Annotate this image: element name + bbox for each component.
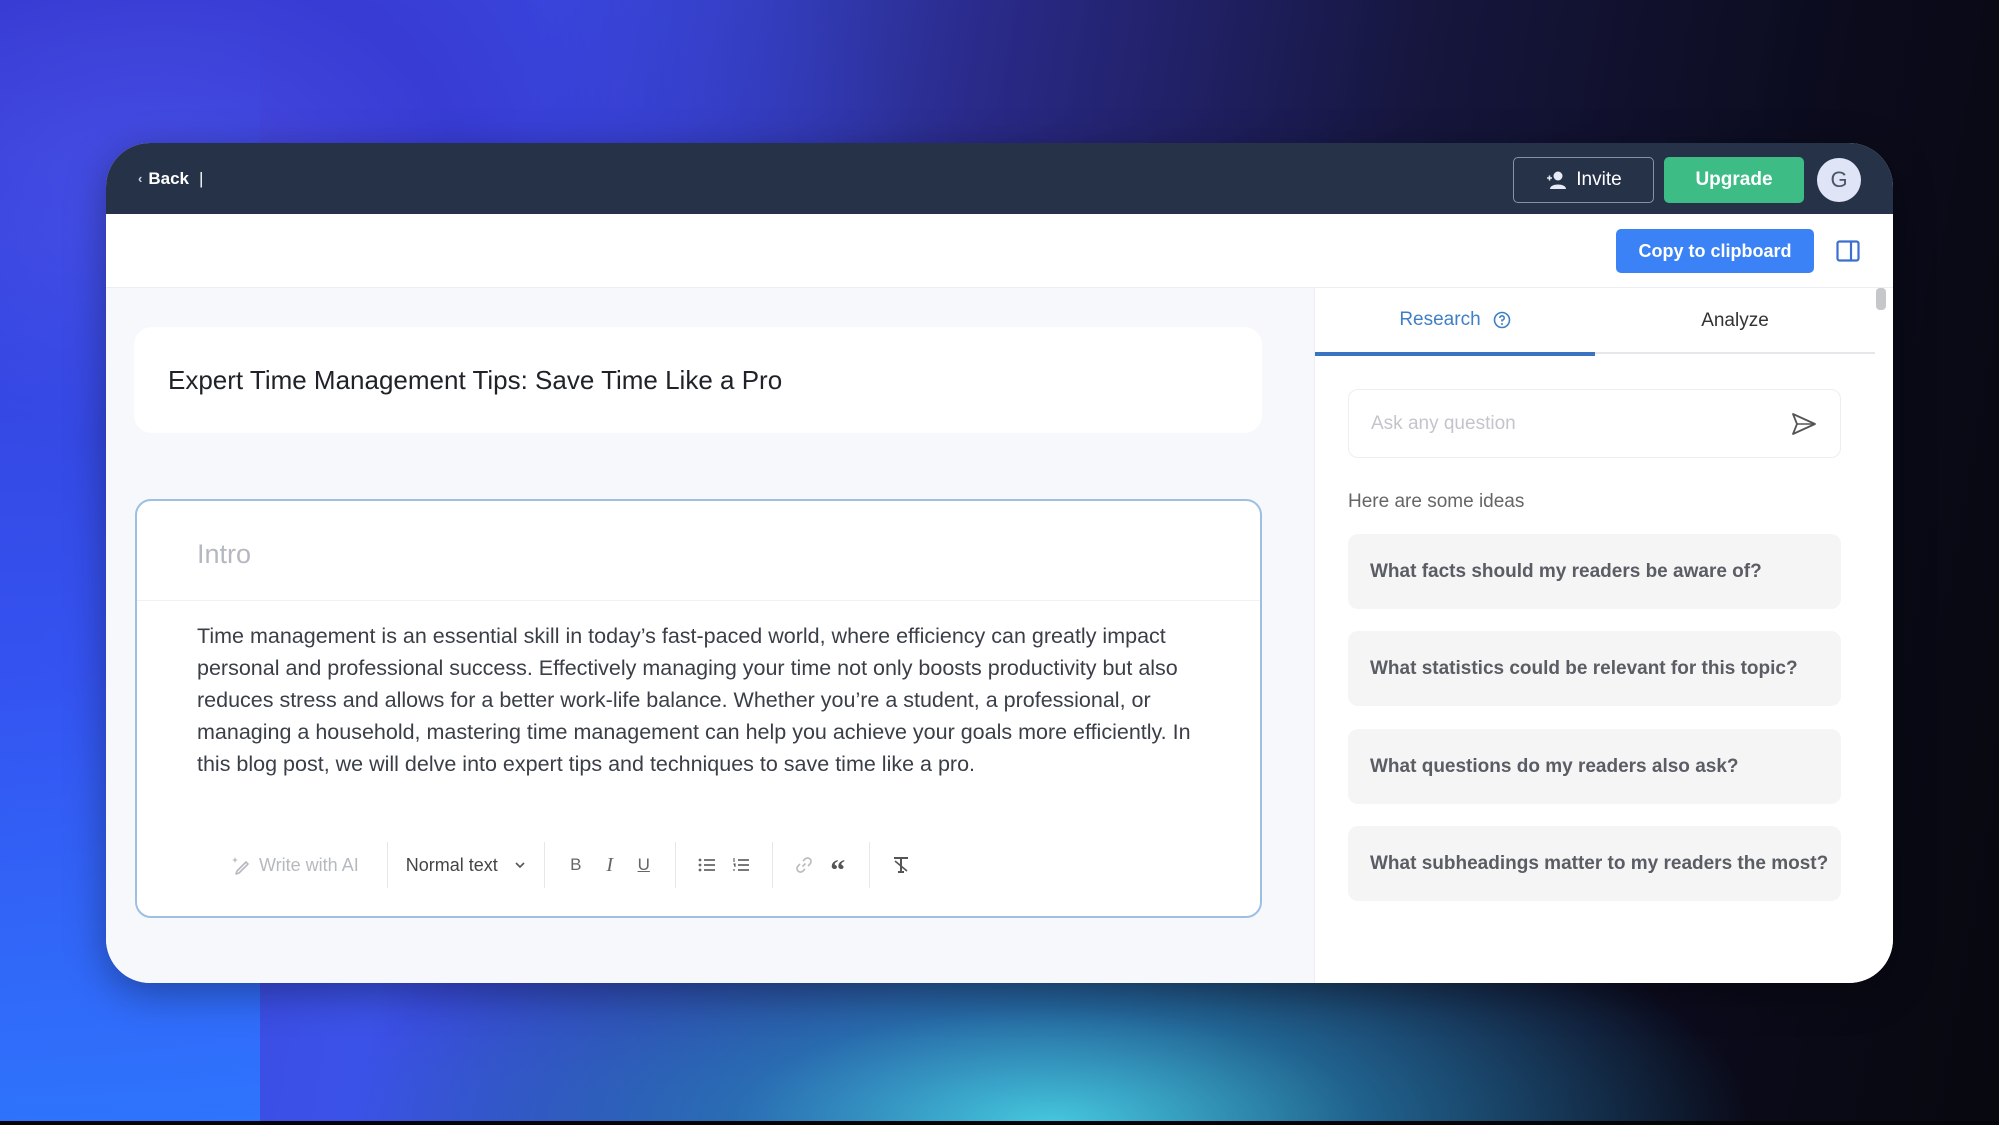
ask-question-box xyxy=(1348,389,1841,458)
invite-label: Invite xyxy=(1576,169,1622,190)
toolbar-divider xyxy=(771,842,773,888)
send-icon[interactable] xyxy=(1790,410,1818,438)
invite-button[interactable]: Invite xyxy=(1513,157,1654,203)
chevron-left-icon: ‹ xyxy=(138,171,143,186)
text-style-dropdown[interactable]: Normal text xyxy=(402,845,530,885)
add-user-icon xyxy=(1547,171,1567,189)
idea-suggestion[interactable]: What questions do my readers also ask? xyxy=(1348,729,1841,804)
toolbar-divider xyxy=(674,842,676,888)
italic-icon: I xyxy=(606,853,614,876)
bold-button[interactable]: B xyxy=(559,845,593,885)
ideas-label: Here are some ideas xyxy=(1348,491,1525,512)
panel-scrollbar[interactable] xyxy=(1876,288,1886,310)
text-style-value: Normal text xyxy=(405,854,498,875)
quote-icon: “ xyxy=(830,854,846,887)
research-panel: Research Analyze Here are some ideas Wha… xyxy=(1314,288,1893,983)
clear-format-icon xyxy=(893,857,908,873)
link-icon xyxy=(795,857,812,873)
quote-button[interactable]: “ xyxy=(821,845,855,887)
toolbar-divider xyxy=(543,842,545,888)
tab-research-label: Research xyxy=(1399,309,1481,330)
idea-suggestion[interactable]: What facts should my readers be aware of… xyxy=(1348,534,1841,609)
toolbar-divider xyxy=(386,842,388,888)
idea-suggestion[interactable]: What subheadings matter to my readers th… xyxy=(1348,826,1841,901)
avatar[interactable]: G xyxy=(1817,158,1861,202)
toolbar-divider xyxy=(868,842,870,888)
numbered-list-icon xyxy=(732,858,749,871)
ask-question-input[interactable] xyxy=(1371,412,1771,435)
underline-button[interactable]: U xyxy=(627,845,661,885)
tab-analyze[interactable]: Analyze xyxy=(1595,288,1875,354)
chevron-down-icon xyxy=(515,862,525,869)
help-icon[interactable] xyxy=(1493,311,1511,329)
bottom-strip xyxy=(0,1121,1999,1125)
app-window: ‹ Back | Invite Upgrade G Copy to clipbo… xyxy=(106,143,1893,983)
panel-tabs: Research Analyze xyxy=(1315,288,1875,356)
sidebar-toggle-icon[interactable] xyxy=(1836,240,1860,262)
idea-suggestion[interactable]: What statistics could be relevant for th… xyxy=(1348,631,1841,706)
section-card: Intro Time management is an essential sk… xyxy=(135,499,1262,918)
section-heading[interactable]: Intro xyxy=(137,501,1260,601)
section-body[interactable]: Time management is an essential skill in… xyxy=(137,601,1260,780)
tab-analyze-label: Analyze xyxy=(1701,310,1769,331)
bullet-list-icon xyxy=(698,858,715,872)
underline-icon: U xyxy=(637,855,650,874)
action-bar: Copy to clipboard xyxy=(106,214,1893,288)
numbered-list-button[interactable] xyxy=(724,845,758,885)
format-toolbar: Write with AI Normal text B I U “ xyxy=(217,841,918,889)
write-with-ai-button[interactable]: Write with AI xyxy=(217,845,373,885)
editor-area: Expert Time Management Tips: Save Time L… xyxy=(106,288,1314,983)
clear-format-button[interactable] xyxy=(884,845,918,885)
italic-button[interactable]: I xyxy=(593,845,627,885)
sparkle-pen-icon xyxy=(232,857,249,875)
copy-to-clipboard-button[interactable]: Copy to clipboard xyxy=(1616,229,1814,273)
write-with-ai-label: Write with AI xyxy=(259,854,359,875)
article-title[interactable]: Expert Time Management Tips: Save Time L… xyxy=(168,365,782,396)
link-button[interactable] xyxy=(787,845,821,885)
bold-icon: B xyxy=(570,855,582,874)
separator: | xyxy=(198,168,204,188)
back-label: Back xyxy=(148,168,189,188)
bullet-list-button[interactable] xyxy=(690,845,724,885)
title-card[interactable]: Expert Time Management Tips: Save Time L… xyxy=(134,327,1262,433)
top-bar: ‹ Back | Invite Upgrade G xyxy=(106,143,1893,214)
tab-research[interactable]: Research xyxy=(1315,288,1595,356)
back-button[interactable]: ‹ Back | xyxy=(138,143,203,214)
upgrade-button[interactable]: Upgrade xyxy=(1664,157,1804,203)
